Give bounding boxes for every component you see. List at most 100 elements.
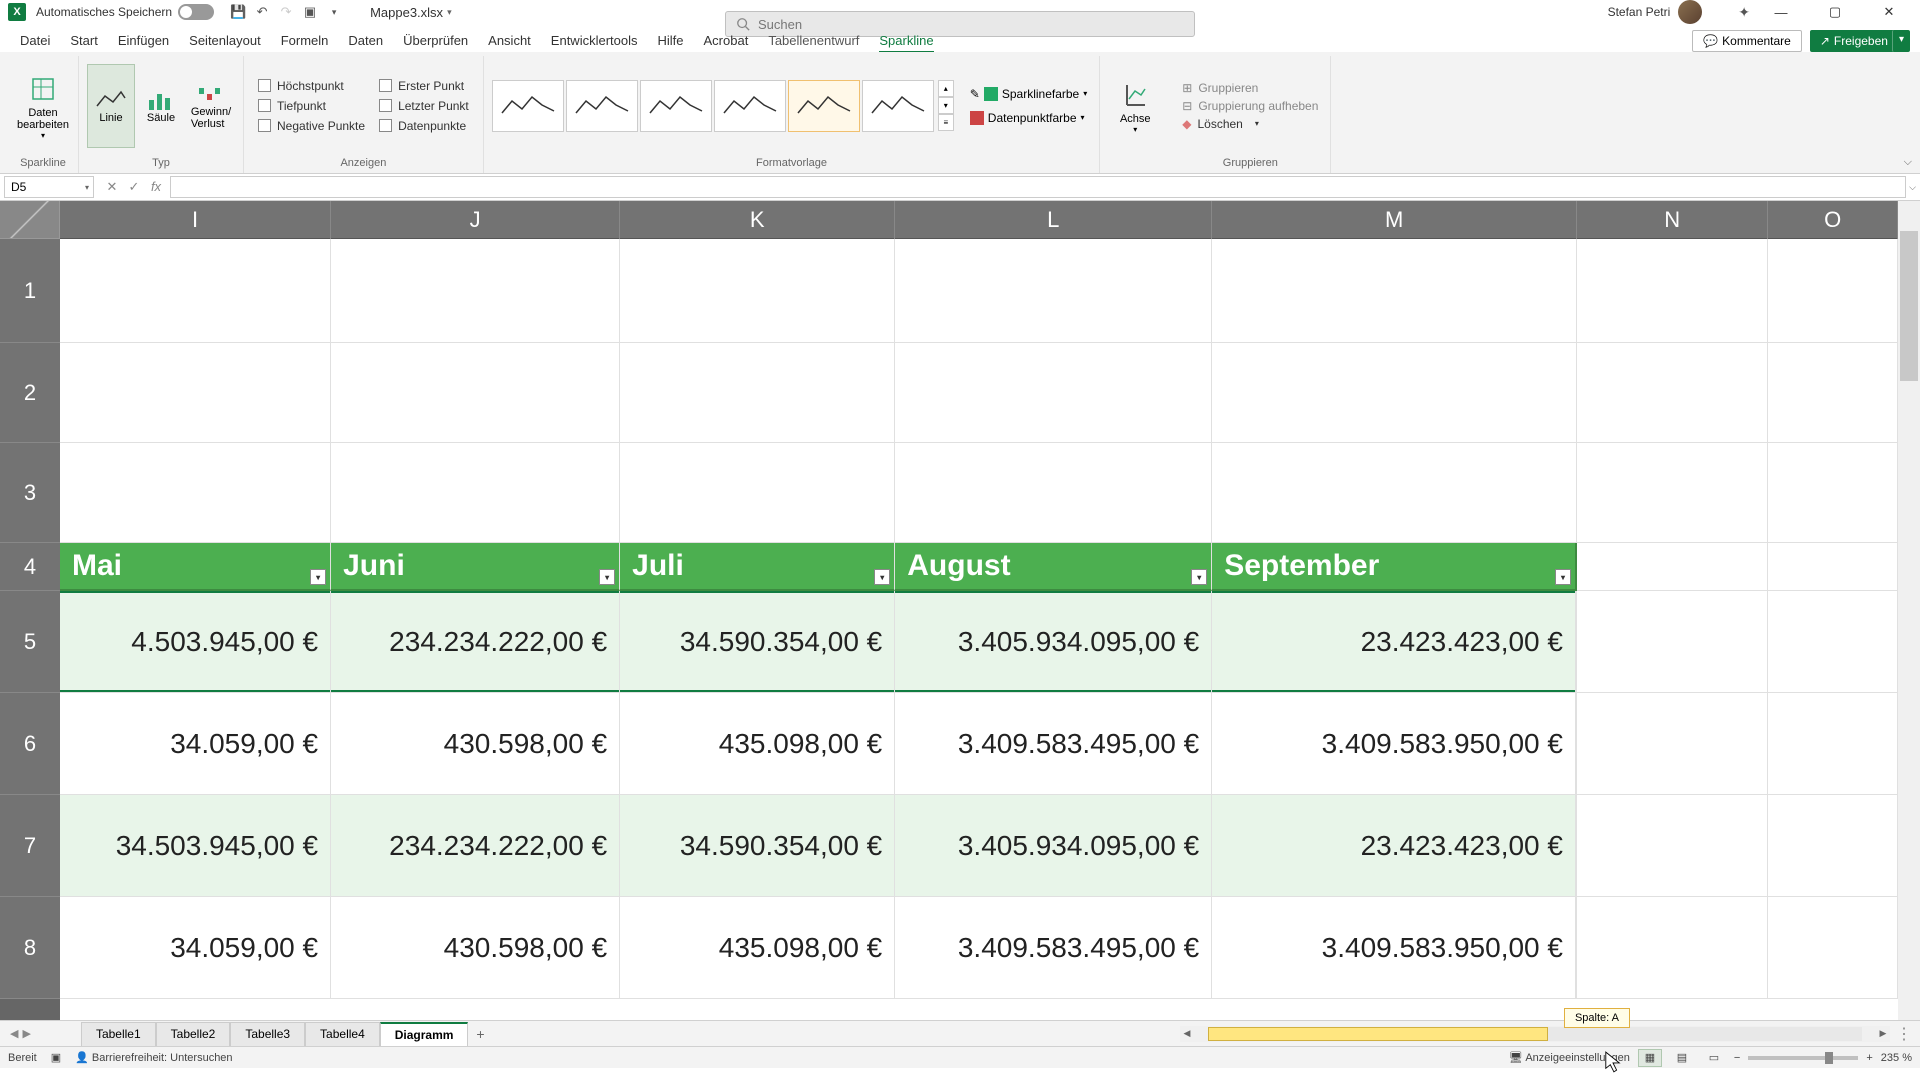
menu-tab-daten[interactable]: Daten — [338, 29, 393, 52]
menu-tab-hilfe[interactable]: Hilfe — [648, 29, 694, 52]
horizontal-scrollbar[interactable]: ◀ ▶ — [1180, 1026, 1890, 1042]
qat-more-icon[interactable]: ▾ — [323, 1, 345, 23]
comments-button[interactable]: 💬 Kommentare — [1692, 30, 1802, 52]
filter-button-september[interactable]: ▾ — [1555, 569, 1571, 585]
cell-N2[interactable] — [1577, 343, 1768, 443]
cell-K4[interactable]: Juli▾ — [620, 543, 895, 591]
cell-O5[interactable] — [1768, 591, 1898, 693]
check-neg[interactable]: Negative Punkte — [258, 119, 365, 133]
hscroll-left-icon[interactable]: ◀ — [1180, 1028, 1194, 1039]
column-header-I[interactable]: I — [60, 201, 331, 239]
row-header-8[interactable]: 8 — [0, 897, 60, 999]
sheet-tab-tabelle4[interactable]: Tabelle4 — [305, 1022, 380, 1046]
menu-tab-start[interactable]: Start — [60, 29, 107, 52]
row-header-4[interactable]: 4 — [0, 543, 60, 591]
column-header-O[interactable]: O — [1768, 201, 1898, 239]
cell-J7[interactable]: 234.234.222,00 € — [331, 795, 620, 897]
sheet-tab-tabelle3[interactable]: Tabelle3 — [230, 1022, 305, 1046]
formula-expand-icon[interactable]: ⌵ — [1909, 182, 1916, 193]
cell-K7[interactable]: 34.590.354,00 € — [620, 795, 895, 897]
axis-button[interactable]: Achse ▾ — [1108, 64, 1162, 148]
style-item-1[interactable] — [492, 80, 564, 132]
style-item-3[interactable] — [640, 80, 712, 132]
gallery-down-icon[interactable]: ▾ — [938, 97, 954, 114]
menu-tab-sparkline[interactable]: Sparkline — [869, 29, 943, 52]
row-header-1[interactable]: 1 — [0, 239, 60, 343]
style-item-6[interactable] — [862, 80, 934, 132]
sheet-tab-tabelle2[interactable]: Tabelle2 — [156, 1022, 231, 1046]
menu-tab-acrobat[interactable]: Acrobat — [694, 29, 759, 52]
type-line-button[interactable]: Linie — [87, 64, 135, 148]
cell-K5[interactable]: 34.590.354,00 € — [620, 591, 895, 693]
cell-M3[interactable] — [1212, 443, 1577, 543]
macro-record-icon[interactable]: ▣ — [51, 1051, 61, 1064]
filter-button-juli[interactable]: ▾ — [874, 569, 890, 585]
zoom-out-icon[interactable]: − — [1734, 1052, 1740, 1064]
select-all-corner[interactable] — [0, 201, 60, 239]
cell-N1[interactable] — [1577, 239, 1768, 343]
cell-M5[interactable]: 23.423.423,00 € — [1212, 591, 1577, 693]
style-item-4[interactable] — [714, 80, 786, 132]
sync-icon[interactable]: ✦ — [1738, 4, 1750, 21]
cell-L8[interactable]: 3.409.583.495,00 € — [895, 897, 1212, 999]
cell-J6[interactable]: 430.598,00 € — [331, 693, 620, 795]
sheet-nav-next-icon[interactable]: ▶ — [22, 1027, 30, 1040]
check-markers[interactable]: Datenpunkte — [379, 119, 469, 133]
sheet-tab-tabelle1[interactable]: Tabelle1 — [81, 1022, 156, 1046]
filter-button-juni[interactable]: ▾ — [599, 569, 615, 585]
cell-L4[interactable]: August▾ — [895, 543, 1212, 591]
cell-I6[interactable]: 34.059,00 € — [60, 693, 331, 795]
style-item-5[interactable] — [788, 80, 860, 132]
redo-icon[interactable]: ↷ — [275, 1, 297, 23]
gallery-up-icon[interactable]: ▴ — [938, 80, 954, 97]
cell-I4[interactable]: Mai▾ — [60, 543, 331, 591]
display-settings-button[interactable]: 🖥 Anzeigeeinstellungen — [1509, 1051, 1630, 1064]
column-header-L[interactable]: L — [895, 201, 1212, 239]
row-header-3[interactable]: 3 — [0, 443, 60, 543]
cell-N4[interactable] — [1577, 543, 1768, 591]
cell-O8[interactable] — [1768, 897, 1898, 999]
edit-data-button[interactable]: Daten bearbeiten ▾ — [16, 64, 70, 148]
undo-icon[interactable]: ↶ — [251, 1, 273, 23]
menu-tab-ansicht[interactable]: Ansicht — [478, 29, 541, 52]
cell-I8[interactable]: 34.059,00 € — [60, 897, 331, 999]
menu-tab-seitenlayout[interactable]: Seitenlayout — [179, 29, 271, 52]
vscroll-thumb[interactable] — [1900, 231, 1918, 381]
cell-J3[interactable] — [331, 443, 620, 543]
check-last[interactable]: Letzter Punkt — [379, 99, 469, 113]
cell-I2[interactable] — [60, 343, 331, 443]
cell-O7[interactable] — [1768, 795, 1898, 897]
namebox-caret-icon[interactable]: ▾ — [85, 183, 89, 192]
cell-N6[interactable] — [1577, 693, 1768, 795]
cell-M2[interactable] — [1212, 343, 1577, 443]
fx-icon[interactable]: fx — [146, 179, 166, 195]
cell-I7[interactable]: 34.503.945,00 € — [60, 795, 331, 897]
cell-J8[interactable]: 430.598,00 € — [331, 897, 620, 999]
sheet-nav-prev-icon[interactable]: ◀ — [10, 1027, 18, 1040]
cell-I5[interactable]: 4.503.945,00 € — [60, 591, 331, 693]
name-box[interactable]: D5 ▾ — [4, 176, 94, 198]
user-name[interactable]: Stefan Petri — [1608, 5, 1671, 19]
cell-L1[interactable] — [895, 239, 1212, 343]
column-header-M[interactable]: M — [1212, 201, 1577, 239]
cell-O2[interactable] — [1768, 343, 1898, 443]
enter-icon[interactable]: ✓ — [124, 179, 144, 195]
minimize-icon[interactable]: — — [1758, 0, 1804, 24]
share-caret-icon[interactable]: ▾ — [1892, 30, 1910, 52]
filename-caret-icon[interactable]: ▾ — [447, 7, 452, 18]
cell-O4[interactable] — [1768, 543, 1898, 591]
column-header-N[interactable]: N — [1577, 201, 1768, 239]
zoom-level[interactable]: 235 % — [1881, 1052, 1912, 1064]
view-layout-icon[interactable]: ▤ — [1670, 1049, 1694, 1067]
check-first[interactable]: Erster Punkt — [379, 79, 469, 93]
cell-L3[interactable] — [895, 443, 1212, 543]
cell-J2[interactable] — [331, 343, 620, 443]
cell-I1[interactable] — [60, 239, 331, 343]
vertical-scrollbar[interactable] — [1898, 201, 1920, 1020]
accessibility-status[interactable]: 👤 Barrierefreiheit: Untersuchen — [75, 1051, 232, 1064]
cell-O6[interactable] — [1768, 693, 1898, 795]
column-header-J[interactable]: J — [331, 201, 620, 239]
cell-N7[interactable] — [1577, 795, 1768, 897]
menu-tab-datei[interactable]: Datei — [10, 29, 60, 52]
row-header-5[interactable]: 5 — [0, 591, 60, 693]
